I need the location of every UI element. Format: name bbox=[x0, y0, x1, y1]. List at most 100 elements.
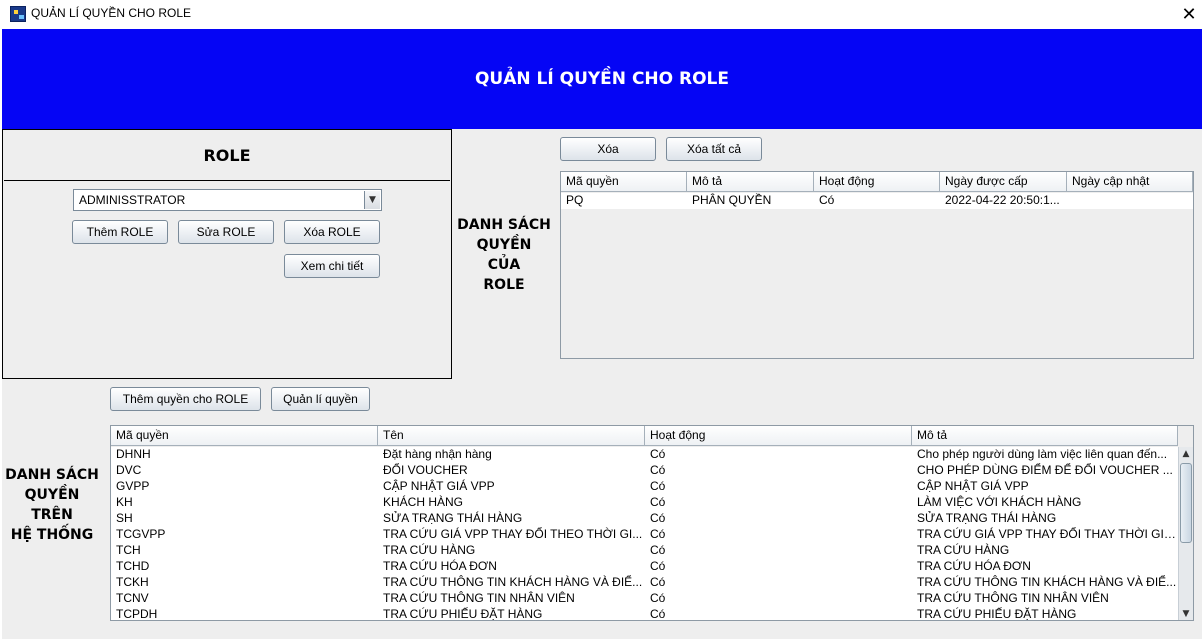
table-cell: PHÂN QUYỀN bbox=[692, 193, 772, 207]
system-permission-table: Mã quyền Tên Hoạt động Mô tả DHNH Đặt hàn… bbox=[110, 425, 1194, 621]
table-cell: Có bbox=[650, 591, 666, 605]
table-cell: CẬP NHẬT GIÁ VPP bbox=[383, 479, 495, 493]
table-cell: TCH bbox=[116, 543, 141, 557]
table-cell: Có bbox=[819, 193, 835, 207]
table-header: Mã quyền Mô tả Hoạt động Ngày được cấp N… bbox=[561, 172, 1193, 192]
role-select-value: ADMINISSTRATOR bbox=[79, 193, 186, 207]
table-cell: LÀM VIỆC VỚI KHÁCH HÀNG bbox=[917, 495, 1082, 509]
table-cell: TRA CỨU THÔNG TIN NHÂN VIÊN bbox=[383, 591, 575, 605]
label-line: DANH SÁCH bbox=[5, 467, 99, 483]
table-cell: TRA CỨU GIÁ VPP THAY ĐỔI THEO THỜI GI... bbox=[383, 527, 643, 541]
table-row[interactable]: TCHD TRA CỨU HÓA ĐƠN Có TRA CỨU HÓA ĐƠN bbox=[111, 559, 1178, 575]
table-cell: Có bbox=[650, 575, 666, 589]
table-cell: TCPDH bbox=[116, 607, 158, 621]
table-row[interactable]: TCNV TRA CỨU THÔNG TIN NHÂN VIÊN Có TRA CỨU… bbox=[111, 591, 1178, 607]
table-cell: CẬP NHẬT GIÁ VPP bbox=[917, 479, 1029, 493]
table-cell bbox=[1067, 193, 1193, 209]
edit-role-button[interactable]: Sửa ROLE bbox=[178, 220, 274, 244]
add-permission-to-role-button[interactable]: Thêm quyền cho ROLE bbox=[110, 387, 261, 411]
column-header[interactable]: Hoạt động bbox=[645, 426, 912, 446]
column-header[interactable]: Mã quyền bbox=[561, 172, 687, 192]
table-cell: TRA CỨU HÀNG bbox=[917, 543, 1010, 557]
column-header[interactable]: Mô tả bbox=[912, 426, 1178, 446]
label-line: CỦA bbox=[487, 257, 521, 273]
table-row[interactable]: SH SỬA TRẠNG THÁI HÀNG Có SỬA TRẠNG THÁI HÀ… bbox=[111, 511, 1178, 527]
label-line: DANH SÁCH bbox=[457, 217, 551, 233]
table-cell: Cho phép người dùng làm việc liên quan đ… bbox=[917, 447, 1168, 461]
scroll-up-icon[interactable]: ▲ bbox=[1179, 447, 1193, 461]
main-content: ROLE ADMINISSTRATOR ▼ Thêm ROLE Sửa ROLE… bbox=[2, 129, 1202, 639]
table-header: Mã quyền Tên Hoạt động Mô tả bbox=[111, 426, 1178, 446]
table-cell: Có bbox=[650, 527, 666, 541]
column-header[interactable]: Mô tả bbox=[687, 172, 814, 192]
table-row[interactable]: PQ PHÂN QUYỀN Có 2022-04-22 20:50:1... bbox=[561, 193, 1193, 209]
column-header[interactable]: Ngày được cấp bbox=[940, 172, 1067, 192]
table-row[interactable]: TCPDH TRA CỨU PHIẾU ĐẶT HÀNG Có TRA CỨU PHI… bbox=[111, 607, 1178, 621]
table-cell: TRA CỨU THÔNG TIN KHÁCH HÀNG VÀ ĐIỂ... bbox=[917, 575, 1177, 589]
table-cell: TRA CỨU PHIẾU ĐẶT HÀNG bbox=[917, 607, 1077, 621]
table-row[interactable]: KH KHÁCH HÀNG Có LÀM VIỆC VỚI KHÁCH HÀNG bbox=[111, 495, 1178, 511]
table-cell: TRA CỨU THÔNG TIN KHÁCH HÀNG VÀ ĐIỂ... bbox=[383, 575, 643, 589]
table-cell: Có bbox=[650, 463, 666, 477]
label-line: QUYỀN bbox=[24, 487, 80, 503]
view-detail-button[interactable]: Xem chi tiết bbox=[284, 254, 380, 278]
table-cell: KH bbox=[116, 495, 133, 509]
table-cell: DHNH bbox=[116, 447, 151, 461]
table-cell: TCNV bbox=[116, 591, 149, 605]
table-cell: KHÁCH HÀNG bbox=[383, 495, 464, 509]
role-panel-header: ROLE bbox=[4, 131, 450, 181]
label-line: TRÊN bbox=[31, 507, 73, 523]
column-header[interactable]: Tên bbox=[378, 426, 645, 446]
table-row[interactable]: TCKH TRA CỨU THÔNG TIN KHÁCH HÀNG VÀ ĐIỂ.… bbox=[111, 575, 1178, 591]
chevron-down-icon[interactable]: ▼ bbox=[364, 191, 380, 209]
close-icon[interactable]: ✕ bbox=[1174, 0, 1204, 29]
table-cell: TRA CỨU HÓA ĐƠN bbox=[917, 559, 1031, 573]
role-select[interactable]: ADMINISSTRATOR ▼ bbox=[73, 189, 382, 211]
column-header[interactable]: Ngày cập nhật bbox=[1067, 172, 1193, 192]
table-cell: TCKH bbox=[116, 575, 149, 589]
page-title: QUẢN LÍ QUYỀN CHO ROLE bbox=[474, 69, 730, 89]
label-line: HỆ THỐNG bbox=[10, 527, 94, 543]
system-permission-list-label: DANH SÁCH QUYỀN TRÊN HỆ THỐNG bbox=[2, 465, 102, 545]
column-header[interactable]: Mã quyền bbox=[111, 426, 378, 446]
table-cell: GVPP bbox=[116, 479, 150, 493]
app-icon bbox=[10, 6, 26, 22]
vertical-scrollbar[interactable]: ▲ ▼ bbox=[1178, 447, 1193, 620]
delete-permission-button[interactable]: Xóa bbox=[560, 137, 656, 161]
table-cell: DVC bbox=[116, 463, 142, 477]
header-banner: QUẢN LÍ QUYỀN CHO ROLE bbox=[2, 29, 1202, 129]
table-cell: TRA CỨU HÀNG bbox=[383, 543, 476, 557]
table-cell: TRA CỨU THÔNG TIN NHÂN VIÊN bbox=[917, 591, 1109, 605]
scrollbar-thumb[interactable] bbox=[1180, 463, 1192, 543]
table-cell: TCGVPP bbox=[116, 527, 166, 541]
table-cell: TRA CỨU GIÁ VPP THAY ĐỔI THAY THỜI GIAN bbox=[917, 527, 1178, 541]
table-cell: ĐỔI VOUCHER bbox=[383, 463, 468, 477]
table-cell: Có bbox=[650, 543, 666, 557]
delete-all-permissions-button[interactable]: Xóa tất cả bbox=[666, 137, 762, 161]
table-cell: Có bbox=[650, 495, 666, 509]
table-cell: SỬA TRẠNG THÁI HÀNG bbox=[917, 511, 1057, 525]
label-line: QUYỀN bbox=[476, 237, 532, 253]
column-header[interactable]: Hoạt động bbox=[814, 172, 940, 192]
table-cell: TCHD bbox=[116, 559, 150, 573]
table-cell: Đặt hàng nhận hàng bbox=[383, 447, 492, 461]
table-cell: SỬA TRẠNG THÁI HÀNG bbox=[383, 511, 523, 525]
table-cell: Có bbox=[650, 607, 666, 621]
table-body: DHNH Đặt hàng nhận hàng Có Cho phép người d… bbox=[111, 447, 1178, 621]
table-row[interactable]: DVC ĐỔI VOUCHER Có CHO PHÉP DÙNG ĐIỂM ĐỂ ĐỔ… bbox=[111, 463, 1178, 479]
role-permission-table: Mã quyền Mô tả Hoạt động Ngày được cấp N… bbox=[560, 171, 1194, 359]
table-row[interactable]: GVPP CẬP NHẬT GIÁ VPP Có CẬP NHẬT GIÁ VPP bbox=[111, 479, 1178, 495]
add-role-button[interactable]: Thêm ROLE bbox=[72, 220, 168, 244]
manage-permissions-button[interactable]: Quản lí quyền bbox=[271, 387, 370, 411]
table-body: PQ PHÂN QUYỀN Có 2022-04-22 20:50:1... bbox=[561, 193, 1193, 209]
table-cell: SH bbox=[116, 511, 133, 525]
table-row[interactable]: TCGVPP TRA CỨU GIÁ VPP THAY ĐỔI THEO THỜI… bbox=[111, 527, 1178, 543]
table-row[interactable]: TCH TRA CỨU HÀNG Có TRA CỨU HÀNG bbox=[111, 543, 1178, 559]
table-cell: Có bbox=[650, 559, 666, 573]
delete-role-button[interactable]: Xóa ROLE bbox=[284, 220, 380, 244]
window-title: QUẢN LÍ QUYỀN CHO ROLE bbox=[31, 6, 192, 20]
scroll-down-icon[interactable]: ▼ bbox=[1179, 607, 1193, 620]
table-cell: Có bbox=[650, 511, 666, 525]
table-row[interactable]: DHNH Đặt hàng nhận hàng Có Cho phép người d… bbox=[111, 447, 1178, 463]
label-line: ROLE bbox=[483, 277, 525, 293]
